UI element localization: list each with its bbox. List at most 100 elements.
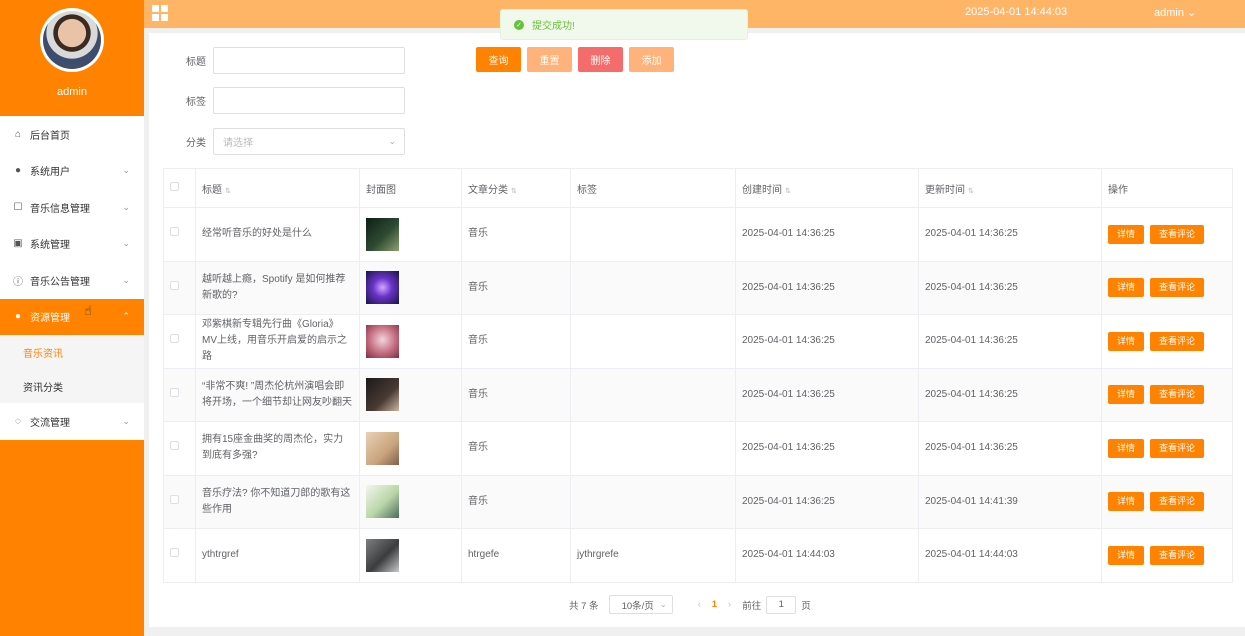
cell-cover: [359, 260, 462, 315]
sort-icon: ⇅: [511, 187, 517, 195]
view-comments-button[interactable]: 查看评论: [1150, 492, 1205, 512]
cell-title: 经常听音乐的好处是什么: [195, 207, 360, 262]
chat-icon: ◌: [15, 415, 21, 427]
detail-button[interactable]: 详情: [1108, 545, 1145, 565]
detail-button[interactable]: 详情: [1108, 438, 1145, 458]
add-button[interactable]: 添加: [629, 47, 674, 72]
detail-button[interactable]: 详情: [1108, 385, 1145, 405]
chevron-down-icon: ⌄: [659, 600, 667, 609]
cell-created: 2025-04-01 14:36:25: [735, 207, 919, 262]
table-row: “非常不爽! ”周杰伦杭州演唱会即将开场，一个细节却让网友吵翻天 音乐 2025-0…: [163, 367, 1233, 422]
row-checkbox[interactable]: [170, 227, 179, 237]
sidebar-item-music-announcements[interactable]: ⓘ 音乐公告管理 ⌄: [0, 262, 144, 299]
detail-button[interactable]: 详情: [1108, 492, 1145, 512]
sidebar-item-system-users[interactable]: ● 系统用户 ⌄: [0, 153, 144, 190]
category-select[interactable]: 请选择 ⌄: [213, 128, 405, 155]
row-checkbox[interactable]: [170, 548, 179, 558]
view-comments-button[interactable]: 查看评论: [1150, 385, 1205, 405]
row-checkbox[interactable]: [170, 334, 179, 344]
page-size-select[interactable]: 10条/页 ⌄: [608, 595, 673, 614]
sidebar-item-label: 系统管理: [30, 240, 70, 252]
title-input[interactable]: [213, 47, 405, 74]
cell-updated: 2025-04-01 14:36:25: [918, 207, 1102, 262]
row-checkbox[interactable]: [170, 441, 179, 451]
cell-title: 越听越上瘾，Spotify 是如何推荐新歌的?: [195, 260, 360, 315]
pointer-hand-icon: ☝: [84, 303, 92, 318]
cover-image: [366, 271, 399, 305]
success-toast: ✓ 提交成功!: [500, 9, 748, 40]
row-checkbox[interactable]: [170, 387, 179, 397]
avatar-image: [43, 11, 101, 69]
view-comments-button[interactable]: 查看评论: [1150, 438, 1205, 458]
header-user-menu[interactable]: admin ⌄: [1154, 6, 1196, 19]
row-checkbox[interactable]: [170, 494, 179, 504]
column-created[interactable]: 创建时间 ⇅: [735, 168, 919, 208]
query-button[interactable]: 查询: [476, 47, 521, 72]
sidebar-item-home[interactable]: ⌂ 后台首页: [0, 116, 144, 153]
view-comments-button[interactable]: 查看评论: [1150, 545, 1205, 565]
goto-label: 前往: [742, 600, 762, 612]
prev-page-icon[interactable]: ‹: [698, 599, 701, 610]
row-checkbox[interactable]: [170, 280, 179, 290]
cell-actions: 详情 查看评论: [1101, 207, 1233, 262]
cover-image: [366, 538, 399, 572]
sidebar-menu: ⌂ 后台首页 ● 系统用户 ⌄ ☐ 音乐信息管理 ⌄ ▣ 系统管理 ⌄ ⓘ 音乐…: [0, 116, 144, 440]
document-icon: ☐: [13, 201, 23, 213]
sidebar-item-communication[interactable]: ◌ 交流管理 ⌄: [0, 403, 144, 440]
next-page-icon[interactable]: ›: [728, 599, 731, 610]
cell-tag: [570, 474, 736, 529]
page-number-current[interactable]: 1: [712, 599, 717, 610]
cell-created: 2025-04-01 14:36:25: [735, 421, 919, 476]
cell-actions: 详情 查看评论: [1101, 528, 1233, 583]
bulb-icon: ●: [14, 311, 22, 323]
sidebar-subitem-news-category[interactable]: 资讯分类: [0, 369, 144, 403]
sort-icon: ⇅: [968, 187, 974, 195]
cell-updated: 2025-04-01 14:41:39: [918, 474, 1102, 529]
column-category[interactable]: 文章分类 ⇅: [461, 168, 571, 208]
apps-grid-icon[interactable]: [152, 5, 168, 21]
column-updated[interactable]: 更新时间 ⇅: [918, 168, 1102, 208]
cell-tag: jythrgrefe: [570, 528, 736, 583]
goto-page-input[interactable]: 1: [766, 595, 797, 614]
pagination-total: 共 7 条: [569, 600, 599, 612]
select-all-checkbox[interactable]: [170, 182, 179, 191]
sidebar-item-system-management[interactable]: ▣ 系统管理 ⌄: [0, 226, 144, 263]
sidebar-item-music-info[interactable]: ☐ 音乐信息管理 ⌄: [0, 189, 144, 226]
reset-button[interactable]: 重置: [527, 47, 572, 72]
view-comments-button[interactable]: 查看评论: [1150, 224, 1205, 244]
tag-input[interactable]: [213, 87, 405, 114]
cell-title: 拥有15座金曲奖的周杰伦，实力到底有多强?: [195, 421, 360, 476]
detail-button[interactable]: 详情: [1108, 331, 1145, 351]
view-comments-button[interactable]: 查看评论: [1150, 331, 1205, 351]
table-row: ythtrgref htrgefe jythrgrefe 2025-04-01 14:…: [163, 528, 1233, 583]
sidebar-item-resources[interactable]: ● 资源管理 ⌃: [0, 298, 144, 335]
table-header-row: 标题 ⇅ 封面图 文章分类 ⇅ 标签 创建时间 ⇅ 更新时间 ⇅ 操作: [163, 168, 1233, 208]
cell-cover: [359, 207, 462, 262]
cell-tag: [570, 421, 736, 476]
sidebar-item-label: 交流管理: [30, 417, 70, 429]
cell-actions: 详情 查看评论: [1101, 421, 1233, 476]
cell-title: ythtrgref: [195, 528, 360, 583]
cell-updated: 2025-04-01 14:36:25: [918, 260, 1102, 315]
cell-category: 音乐: [461, 314, 571, 369]
cover-image: [366, 431, 399, 465]
category-search-row: 分类 请选择 ⌄: [149, 128, 405, 155]
cell-cover: [359, 367, 462, 422]
sort-icon: ⇅: [225, 187, 231, 195]
cell-cover: [359, 528, 462, 583]
detail-button[interactable]: 详情: [1108, 224, 1145, 244]
sidebar-item-label: 音乐信息管理: [30, 203, 90, 215]
cover-image: [366, 324, 399, 358]
sidebar-subitem-music-news[interactable]: 音乐资讯: [0, 335, 144, 369]
avatar[interactable]: [40, 8, 104, 72]
toast-message: 提交成功!: [532, 21, 575, 32]
column-title[interactable]: 标题 ⇅: [195, 168, 360, 208]
view-comments-button[interactable]: 查看评论: [1150, 278, 1205, 298]
cell-category: htrgefe: [461, 528, 571, 583]
chevron-down-icon: ⌄: [388, 136, 396, 146]
cell-category: 音乐: [461, 207, 571, 262]
delete-button[interactable]: 删除: [578, 47, 623, 72]
cell-updated: 2025-04-01 14:36:25: [918, 421, 1102, 476]
cell-updated: 2025-04-01 14:44:03: [918, 528, 1102, 583]
detail-button[interactable]: 详情: [1108, 278, 1145, 298]
